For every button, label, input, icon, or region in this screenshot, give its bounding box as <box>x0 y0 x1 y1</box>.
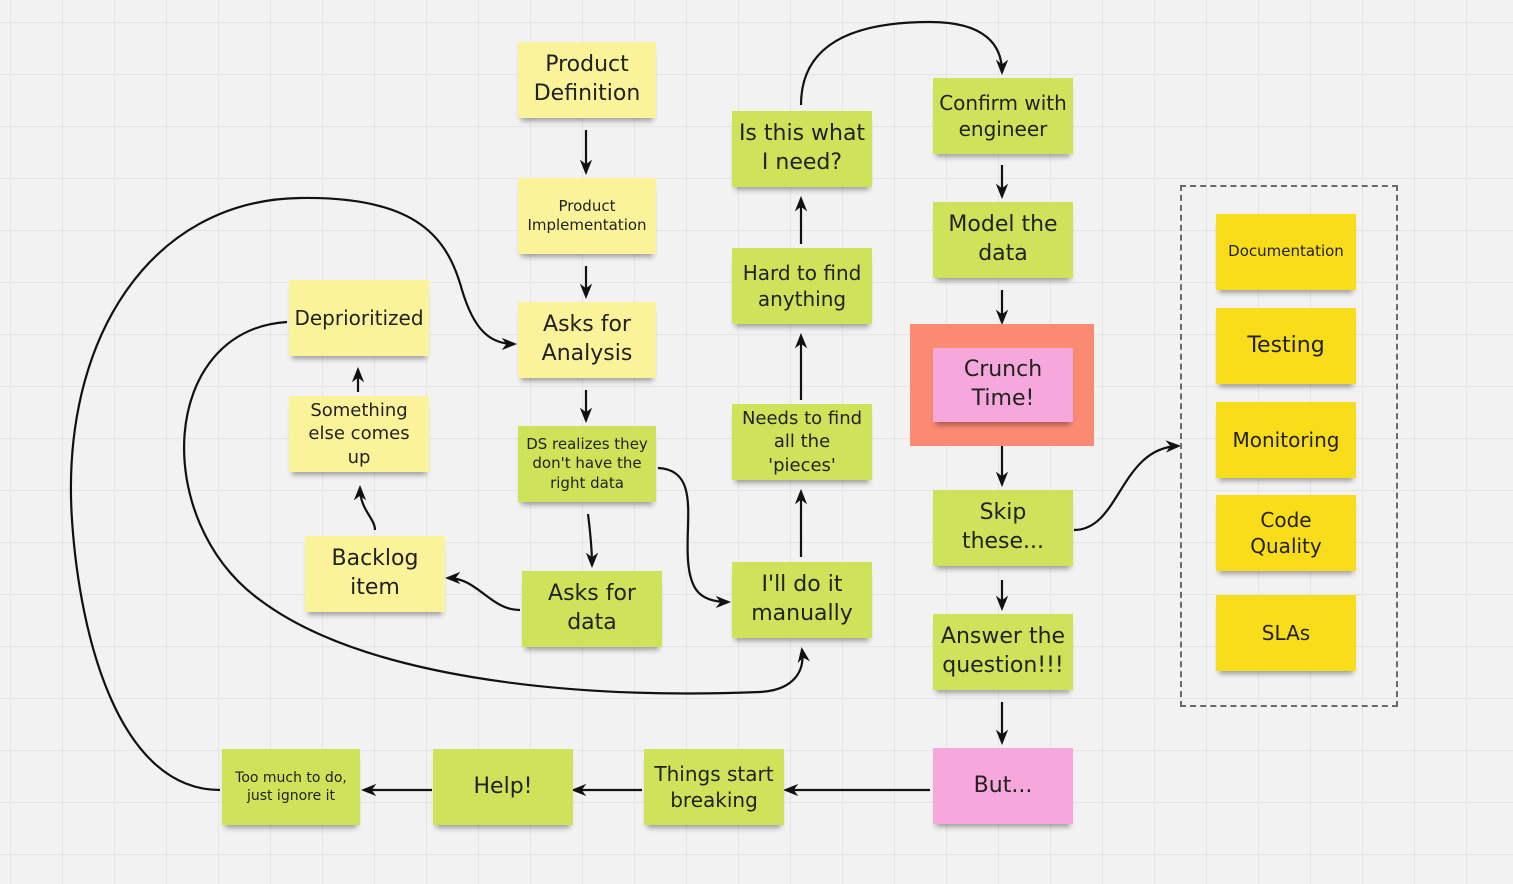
note-label: But... <box>973 772 1033 798</box>
note-label: Monitoring <box>1232 428 1340 452</box>
note-label: Is this what I need? <box>738 121 866 175</box>
note-product-implementation[interactable]: Product Implementation <box>518 178 656 254</box>
note-label: Code Quality <box>1250 508 1322 558</box>
note-confirm-with-engineer[interactable]: Confirm with engineer <box>933 78 1073 154</box>
note-crunch-time[interactable]: Crunch Time! <box>933 348 1073 422</box>
note-ds-realizes[interactable]: DS realizes they don't have the right da… <box>518 426 656 502</box>
note-asks-for-analysis[interactable]: Asks for Analysis <box>518 302 656 378</box>
note-testing[interactable]: Testing <box>1216 308 1356 384</box>
note-monitoring[interactable]: Monitoring <box>1216 402 1356 478</box>
note-label: Too much to do, just ignore it <box>235 769 347 804</box>
note-something-else[interactable]: Something else comes up <box>289 396 429 472</box>
note-model-the-data[interactable]: Model the data <box>933 202 1073 278</box>
note-label: Crunch Time! <box>963 357 1043 411</box>
note-things-start-breaking[interactable]: Things start breaking <box>644 749 784 825</box>
note-label: Model the data <box>948 212 1058 266</box>
note-label: Something else comes up <box>308 399 410 468</box>
note-product-definition[interactable]: Product Definition <box>518 42 656 118</box>
note-label: Answer the question!!! <box>940 624 1066 678</box>
connector-skip-to-group <box>1073 440 1182 532</box>
connector-ds-realizes-to-manually <box>657 466 732 609</box>
note-backlog-item[interactable]: Backlog item <box>305 536 445 612</box>
connector-deprioritized-to-manually <box>182 320 810 695</box>
note-code-quality[interactable]: Code Quality <box>1216 495 1356 571</box>
note-label: Documentation <box>1228 242 1344 261</box>
note-label: Confirm with engineer <box>939 91 1067 141</box>
connector-ds-realizes-to-asks-data <box>585 513 599 569</box>
note-do-it-manually[interactable]: I'll do it manually <box>732 562 872 638</box>
note-is-this-what-i-need[interactable]: Is this what I need? <box>732 111 872 187</box>
note-label: Testing <box>1247 332 1325 358</box>
note-documentation[interactable]: Documentation <box>1216 214 1356 290</box>
note-label: DS realizes they don't have the right da… <box>526 434 648 492</box>
note-skip-these[interactable]: Skip these... <box>933 490 1073 566</box>
note-label: Deprioritized <box>294 306 424 330</box>
note-too-much-to-do[interactable]: Too much to do, just ignore it <box>222 749 360 825</box>
note-help[interactable]: Help! <box>433 749 573 825</box>
connector-asks-data-to-backlog <box>444 571 521 612</box>
connector-backlog-to-something <box>353 484 377 531</box>
note-asks-for-data[interactable]: Asks for data <box>522 571 662 647</box>
note-label: Hard to find anything <box>742 261 862 311</box>
whiteboard-canvas[interactable]: Product Definition Product Implementatio… <box>0 0 1513 884</box>
note-needs-to-find-pieces[interactable]: Needs to find all the 'pieces' <box>732 404 872 480</box>
note-label: Asks for Analysis <box>541 312 633 366</box>
note-label: Product Implementation <box>527 196 647 235</box>
note-label: SLAs <box>1261 621 1311 645</box>
note-label: Needs to find all the 'pieces' <box>741 407 863 476</box>
note-label: Skip these... <box>961 500 1045 554</box>
note-but[interactable]: But... <box>933 748 1073 824</box>
note-label: Help! <box>473 773 533 799</box>
note-label: Product Definition <box>533 52 641 106</box>
note-label: Things start breaking <box>654 762 774 812</box>
note-label: I'll do it manually <box>751 572 853 626</box>
note-deprioritized[interactable]: Deprioritized <box>289 280 429 356</box>
note-answer-the-question[interactable]: Answer the question!!! <box>933 614 1073 690</box>
note-hard-to-find[interactable]: Hard to find anything <box>732 248 872 324</box>
note-label: Asks for data <box>548 581 636 635</box>
note-label: Backlog item <box>331 546 419 600</box>
note-slas[interactable]: SLAs <box>1216 595 1356 671</box>
